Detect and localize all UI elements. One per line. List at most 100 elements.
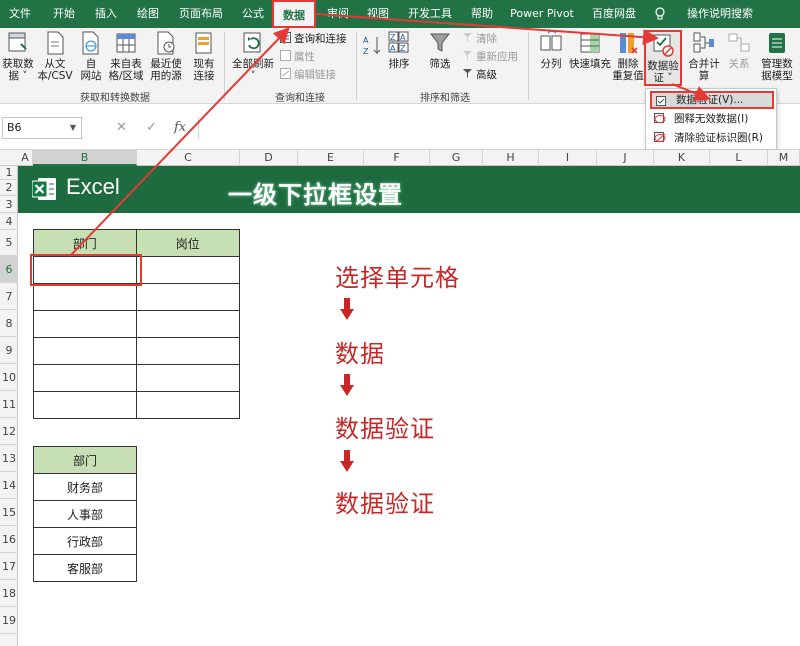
cancel-icon[interactable]: ✕ [116,117,127,139]
column-header-f[interactable]: F [364,150,430,166]
column-header-i[interactable]: I [539,150,597,166]
manage-data-model-button[interactable]: 管理数 据模型 [756,30,798,82]
tell-me-search[interactable]: 操作说明搜索 [670,0,770,28]
insert-function-icon[interactable]: fx [174,117,186,139]
row-header-18[interactable]: 18 [0,580,18,607]
row-header-10[interactable]: 10 [0,364,18,391]
relationships-button[interactable]: 关系 [724,30,754,70]
data-validation-button[interactable]: 数据验 证 ˅ [644,30,682,86]
row-header-8[interactable]: 8 [0,310,18,337]
column-header-b[interactable]: B [33,150,137,166]
chevron-down-icon[interactable]: ▼ [70,118,76,138]
from-text-button[interactable]: 从文 本/CSV [36,30,74,82]
row-header-15[interactable]: 15 [0,499,18,526]
sort-az-icon[interactable]: A Z [362,34,384,60]
tab-baidu-netdisk[interactable]: 百度网盘 [584,0,644,28]
data-validation-icon [656,96,666,106]
row-header-7[interactable]: 7 [0,283,18,310]
row-header-3[interactable]: 3 [0,196,18,213]
row-header-12[interactable]: 12 [0,418,18,445]
list-item[interactable]: 财务部 [33,473,137,501]
row-header-1[interactable]: 1 [0,166,18,180]
column-header-k[interactable]: K [654,150,710,166]
table-cell[interactable] [33,391,137,419]
row-header-5[interactable]: 5 [0,230,18,256]
column-header-j[interactable]: J [597,150,654,166]
row-header-17[interactable]: 17 [0,553,18,580]
table-cell[interactable] [135,337,240,365]
row-header-9[interactable]: 9 [0,337,18,364]
row-header-14[interactable]: 14 [0,472,18,499]
tab-home[interactable]: 开始 [44,0,84,28]
column-header-l[interactable]: L [710,150,768,166]
tab-file[interactable]: 文件 [0,0,40,28]
clear-filter-button[interactable]: 清除 [462,31,497,47]
table-cell[interactable] [135,391,240,419]
table-cell[interactable] [135,364,240,392]
properties-button[interactable]: 属性 [280,49,315,65]
list-item[interactable]: 人事部 [33,500,137,528]
column-header-e[interactable]: E [298,150,364,166]
menu-item-clear-circles[interactable]: 清除验证标识圈(R) [650,129,774,147]
tab-power-pivot[interactable]: Power Pivot [506,0,578,28]
text-to-columns-button[interactable]: 分列 [534,30,568,70]
tab-formulas[interactable]: 公式 [233,0,273,28]
tab-view[interactable]: 视图 [358,0,398,28]
table-cell[interactable] [33,283,137,311]
row-header-16[interactable]: 16 [0,526,18,553]
row-header-13[interactable]: 13 [0,445,18,472]
row-header-19[interactable]: 19 [0,607,18,634]
tab-data[interactable]: 数据 [272,0,316,28]
selected-cell-b6[interactable] [30,254,142,286]
row-header-11[interactable]: 11 [0,391,18,418]
data-model-label-2: 据模型 [761,70,793,82]
row-header-4[interactable]: 4 [0,213,18,230]
column-header-h[interactable]: H [483,150,539,166]
reapply-button[interactable]: 重新应用 [462,49,518,65]
tab-page-layout[interactable]: 页面布局 [172,0,230,28]
tab-draw[interactable]: 绘图 [128,0,168,28]
list-header-department[interactable]: 部门 [33,446,137,474]
consolidate-button[interactable]: 合并计算 [684,30,724,82]
refresh-all-button[interactable]: 全部刷新 ˅ [228,30,278,82]
table-cell[interactable] [33,310,137,338]
tab-review[interactable]: 审阅 [318,0,358,28]
table-cell[interactable] [135,310,240,338]
table-header-position[interactable]: 岗位 [135,229,240,257]
table-header-department[interactable]: 部门 [33,229,137,257]
column-header-d[interactable]: D [240,150,298,166]
queries-connections-button[interactable]: 查询和连接 [280,31,347,47]
advanced-label: 高级 [476,69,497,81]
table-cell[interactable] [135,283,240,311]
sort-button[interactable]: Z A A Z 排序 [384,30,414,70]
column-header-a[interactable]: A [18,150,33,166]
tab-insert[interactable]: 插入 [86,0,126,28]
list-item[interactable]: 客服部 [33,554,137,582]
row-header-2[interactable]: 2 [0,180,18,196]
from-table-button[interactable]: 来自表 格/区域 [106,30,146,82]
tab-help[interactable]: 帮助 [462,0,502,28]
from-web-button[interactable]: 自 网站 [76,30,106,82]
enter-icon[interactable]: ✓ [146,117,157,139]
row-header-6[interactable]: 6 [0,256,18,283]
table-cell[interactable] [33,337,137,365]
table-cell[interactable] [135,256,240,284]
recent-sources-button[interactable]: 最近使 用的源 [146,30,186,82]
column-header-m[interactable]: M [768,150,800,166]
filter-button[interactable]: 筛选 [424,30,456,70]
flash-fill-button[interactable]: 快速填充 [568,30,612,70]
get-data-button[interactable]: 获取数 据 ˅ [0,30,36,82]
menu-item-data-validation[interactable]: 数据验证(V)... [650,91,774,109]
list-item[interactable]: 行政部 [33,527,137,555]
remove-duplicates-button[interactable]: 删除 重复值 [612,30,644,82]
column-header-g[interactable]: G [430,150,483,166]
tab-developer[interactable]: 开发工具 [402,0,458,28]
column-header-c[interactable]: C [137,150,240,166]
edit-links-button[interactable]: 编辑链接 [280,67,336,83]
name-box[interactable]: B6 ▼ [2,117,82,139]
menu-item-label: 数据验证(V)... [676,94,744,106]
existing-connections-button[interactable]: 现有 连接 [188,30,220,82]
menu-item-circle-invalid[interactable]: 圈释无效数据(I) [650,110,774,128]
advanced-filter-button[interactable]: 高级 [462,67,497,83]
table-cell[interactable] [33,364,137,392]
